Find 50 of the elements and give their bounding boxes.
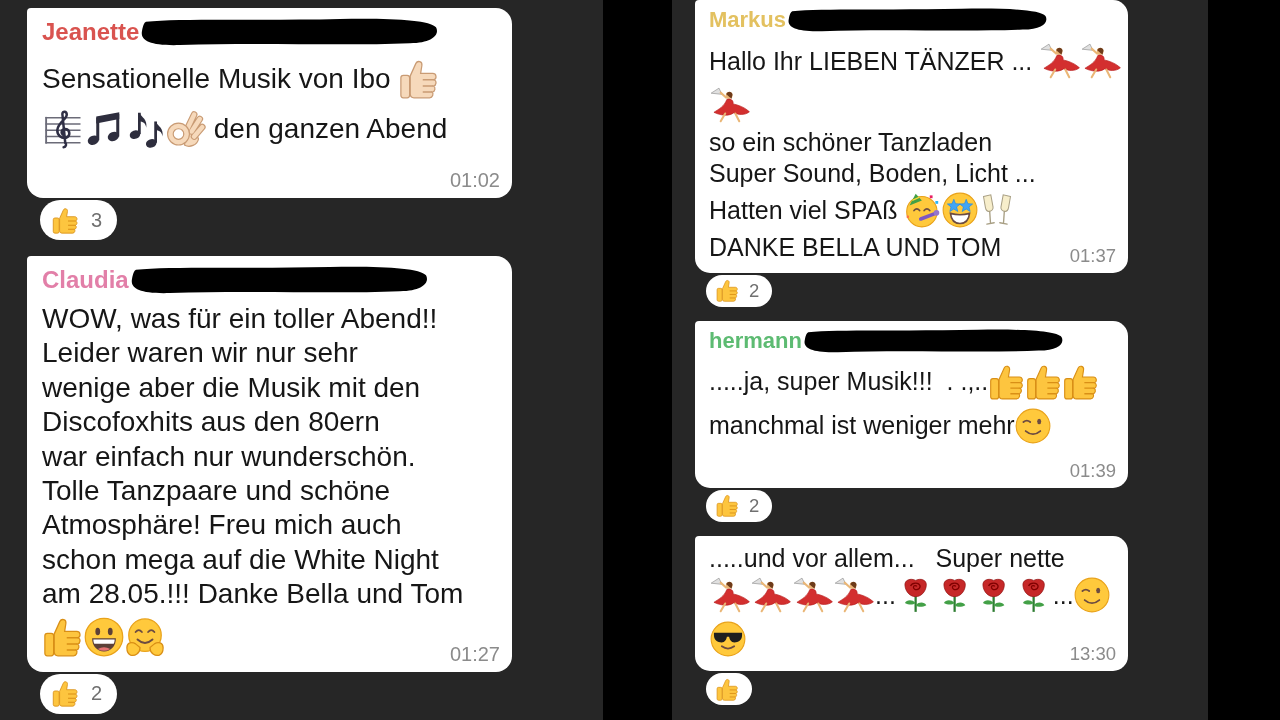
sender-name: hermann [709,327,802,354]
reaction-chip[interactable]: 3 [40,200,118,240]
thumbs-up-icon [1062,363,1099,400]
dancer-icon [709,87,750,123]
dancer-icon [1039,43,1081,79]
message-text: .....und vor allem... Super nette [709,542,1065,574]
sender-name: Markus [709,7,787,33]
thumbs-up-icon [716,677,739,701]
message-time: 01:27 [449,641,500,666]
star-eyes-face-icon [941,192,978,229]
message-text: WOW, was für ein toller Abend!! Leider waren wir nur sehr wenige aber die Musik mit den Discofoxhits aus den 80ern war einfach nur wunderschön. Tolle Tanzpaare und schöne Atmosphäre! Freu mich auch schon mega auf die White Night am 28.05.!!! Danke Bella und Tom [42,302,464,612]
dancer-icon [709,577,750,614]
thumbs-up-icon [52,680,79,708]
party-face-icon [904,192,941,229]
winking-face-icon [1015,407,1052,444]
sender-name: Jeanette [42,18,140,46]
message-text: ... [1052,580,1074,611]
thumbs-up-icon [52,206,79,234]
thumbs-up-icon [42,616,83,657]
reaction-chip[interactable] [706,673,752,706]
thumbs-up-icon [716,494,739,518]
message-text: .....ja, super Musik!!! . .,.. [709,366,989,398]
dancer-icon [1081,43,1122,79]
winking-face-icon [1074,577,1111,614]
thumbs-up-icon [1025,363,1062,400]
dancer-icon [834,577,875,614]
reaction-chip[interactable]: 2 [706,489,773,522]
message-time: 01:37 [1069,244,1116,267]
message-text: ... [875,580,896,611]
message-text: den ganzen Abend [212,111,448,146]
dancer-icon [792,577,833,614]
thumbs-up-icon [988,363,1025,400]
reaction-chip[interactable]: 2 [40,673,118,714]
reaction-chip[interactable]: 2 [706,274,773,307]
message-text: Hallo Ihr LIEBEN TÄNZER ... [709,45,1034,77]
music-staff-icon [42,109,83,149]
message-time: 01:02 [449,168,500,192]
message-text: manchmal ist weniger mehr [709,410,1015,442]
message-text: DANKE BELLA UND TOM [709,232,1002,263]
thumbs-up-icon [716,279,739,303]
message-text: Hatten viel SPAß [709,194,899,226]
grinning-face-icon [83,616,124,657]
sunglasses-face-icon [709,621,746,658]
message-text: so ein schöner Tanzladen Super Sound, Boden, Licht ... [709,127,1036,189]
sender-name: Claudia [42,266,129,294]
message-time: 01:39 [1069,459,1116,482]
message-text: Sensationelle Musik von Ibo [42,61,392,96]
message-time: 13:30 [1069,643,1116,666]
dancer-icon [751,577,792,614]
hugging-face-icon [124,616,165,657]
